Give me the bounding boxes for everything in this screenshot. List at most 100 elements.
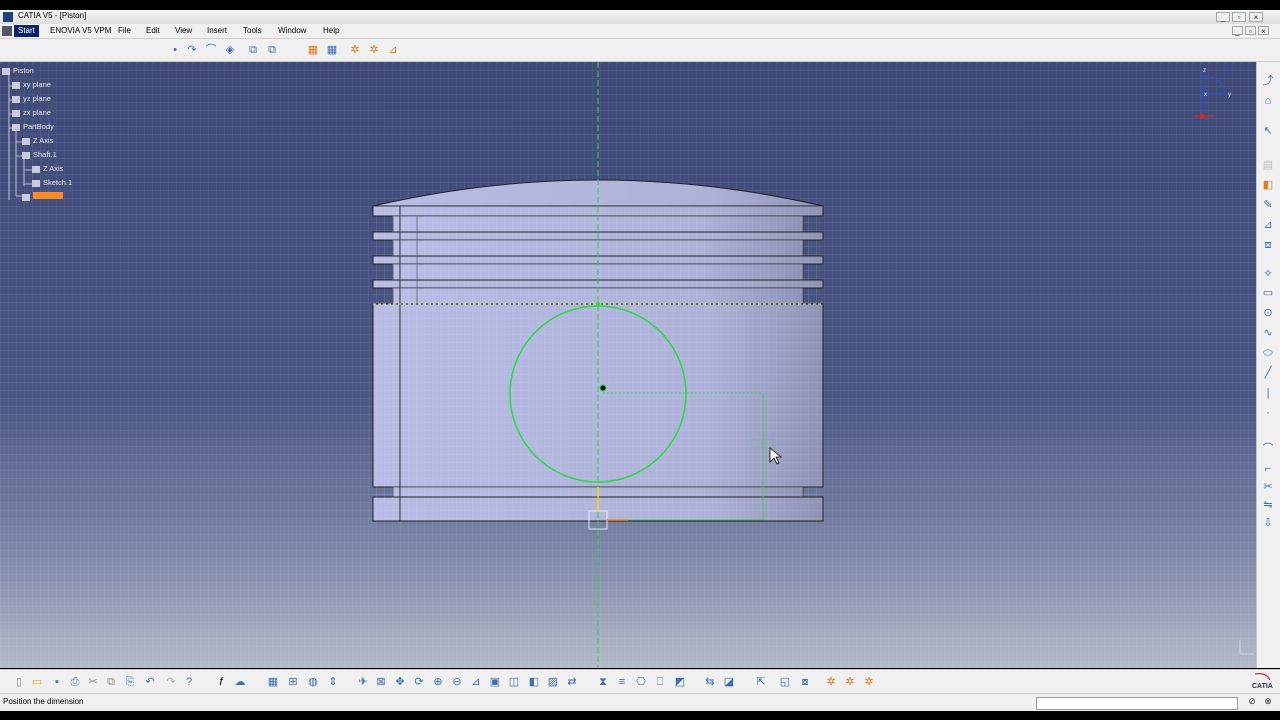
measure-icon[interactable]: ⇕ [326,675,340,689]
tree-node-zx-plane[interactable]: zx plane [12,108,51,117]
lighting-icon[interactable]: ◪ [722,675,736,689]
eraser-tool-icon[interactable]: ◈ [223,43,237,57]
profile-icon[interactable]: ◧ [1261,178,1275,192]
fit-all-icon[interactable]: ⊠ [374,675,388,689]
dimension-constraint-icon[interactable]: ⊿ [1261,218,1275,232]
rectangle-icon[interactable]: ▭ [1261,286,1275,300]
exit-command-icon[interactable]: ⊗ [1262,695,1274,707]
doc-minimize-icon[interactable]: _ [1232,26,1243,36]
3d-viewport[interactable]: z x y [0,62,1256,668]
cut-icon[interactable]: ✂ [86,675,100,689]
open-icon[interactable]: ▭ [30,675,44,689]
sketch-analysis-icon[interactable]: ⧗ [596,675,610,689]
menu-window[interactable]: Window [278,26,306,35]
circle-center-point[interactable] [599,384,607,392]
tree-node-shaft[interactable]: Shaft.1 [22,150,57,159]
curve-tool-icon[interactable]: ↷ [185,43,199,57]
tree-node-yz-plane[interactable]: yz plane [12,94,51,103]
line-icon[interactable]: ╱ [1261,366,1275,380]
tree-node-sketch[interactable]: Sketch.1 [32,178,72,187]
redo-icon[interactable]: ↷ [164,675,178,689]
corner-icon[interactable]: ⌒ [1261,442,1275,456]
fix-constraint-icon[interactable]: ⧈ [1261,238,1275,252]
3d-icon[interactable]: ⧇ [798,675,812,689]
stop-command-icon[interactable]: ⊘ [1246,695,1258,707]
swap-space-icon[interactable]: ⇄ [565,675,579,689]
grid-icon[interactable]: ▦ [306,43,320,57]
save-icon[interactable]: ▪ [50,675,64,689]
trim-icon[interactable]: ✂ [1261,480,1275,494]
view-mode-icon[interactable]: ◫ [507,675,521,689]
project-icon[interactable]: ⇩ [1261,516,1275,530]
comment-icon[interactable]: ☁ [233,675,247,689]
tree-node-xy-plane[interactable]: xy plane [12,80,51,89]
axis-icon[interactable]: | [1261,386,1275,400]
zoom-out-icon[interactable]: ⊖ [450,675,464,689]
restore-icon[interactable]: ▫ [1232,12,1246,22]
fly-mode-icon[interactable]: ✈ [356,675,370,689]
point-tool-icon[interactable]: • [168,43,182,57]
menu-start[interactable]: Start [14,25,39,37]
mirror-icon[interactable]: ⇋ [1261,498,1275,512]
copy-icon[interactable]: ⧉ [104,675,118,689]
constraint-display-icon[interactable]: ≡ [615,675,629,689]
geometry-icon[interactable]: ✲ [367,43,381,57]
iso-view-icon[interactable]: ▣ [488,675,502,689]
pan-icon[interactable]: ✥ [393,675,407,689]
menu-edit[interactable]: Edit [146,26,160,35]
animate-constraint-icon[interactable]: ✲ [843,675,857,689]
hide-show-icon[interactable]: ▨ [546,675,560,689]
tree-node-active-sketch[interactable] [22,192,63,201]
circle-icon[interactable]: ⊙ [1261,306,1275,320]
menu-enovia[interactable]: ENOVIA V5 VPM [50,26,111,35]
tree-node-root[interactable]: Piston [2,66,34,75]
new-icon[interactable]: ▯ [12,675,26,689]
tree-node-shaft-z-axis[interactable]: Z Axis [32,164,63,173]
constraint-icon[interactable]: ✲ [348,43,362,57]
select-icon[interactable]: ↖ [1261,124,1275,138]
doc-restore-icon[interactable]: ▫ [1245,26,1256,36]
point-icon[interactable]: · [1261,406,1275,420]
tree-node-z-axis[interactable]: Z Axis [22,136,53,145]
ruler-icon[interactable]: ◱ [778,675,792,689]
spline-icon[interactable]: ∿ [1261,326,1275,340]
dimension-icon[interactable]: ⊿ [386,43,400,57]
rotate-icon[interactable]: ⟳ [412,675,426,689]
tree-node-partbody[interactable]: PartBody [12,122,54,131]
exit-workbench-icon[interactable]: ⤴ [1261,74,1275,88]
chamfer-icon[interactable]: ⌐ [1261,462,1275,476]
menu-help[interactable]: Help [323,26,339,35]
select-mode-icon[interactable]: ⇱ [754,675,768,689]
diagnostics-icon[interactable]: ⎕ [653,675,667,689]
document-icon[interactable] [2,26,12,36]
catalog-icon[interactable]: ◍ [306,675,320,689]
auto-constraint-icon[interactable]: ✲ [824,675,838,689]
snap-grid-icon[interactable]: ▦ [325,43,339,57]
close-icon[interactable]: × [1249,12,1263,22]
menu-tools[interactable]: Tools [243,26,262,35]
table-icon[interactable]: ▦ [266,675,280,689]
visualization-icon[interactable]: ⇆ [703,675,717,689]
undo-icon[interactable]: ↶ [143,675,157,689]
whats-this-icon[interactable]: ? [182,675,196,689]
shading-icon[interactable]: ◧ [527,675,541,689]
formula-icon[interactable]: f [214,675,228,689]
menu-view[interactable]: View [175,26,192,35]
pencil-icon[interactable]: ✎ [1261,198,1275,212]
cut-part-icon[interactable]: ◩ [673,675,687,689]
power-input-field[interactable] [1036,697,1238,710]
geometry-display-icon[interactable]: ⎔ [634,675,648,689]
profile-tool-icon[interactable]: ⟡ [1261,266,1275,280]
sketch-mode-icon[interactable]: ⌂ [1261,94,1275,108]
tree-tool-icon[interactable]: ⊞ [286,675,300,689]
ellipse-icon[interactable]: ⬭ [1261,346,1275,360]
minimize-icon[interactable]: _ [1216,12,1230,22]
normal-view-icon[interactable]: ⊿ [469,675,483,689]
menu-file[interactable]: File [118,26,131,35]
paste-icon[interactable]: ⎘ [123,675,137,689]
menu-insert[interactable]: Insert [207,26,227,35]
zoom-in-icon[interactable]: ⊕ [431,675,445,689]
print-icon[interactable]: ⎙ [68,675,82,689]
view-tool-icon[interactable]: ⧉ [246,43,260,57]
doc-close-icon[interactable]: × [1258,26,1269,36]
